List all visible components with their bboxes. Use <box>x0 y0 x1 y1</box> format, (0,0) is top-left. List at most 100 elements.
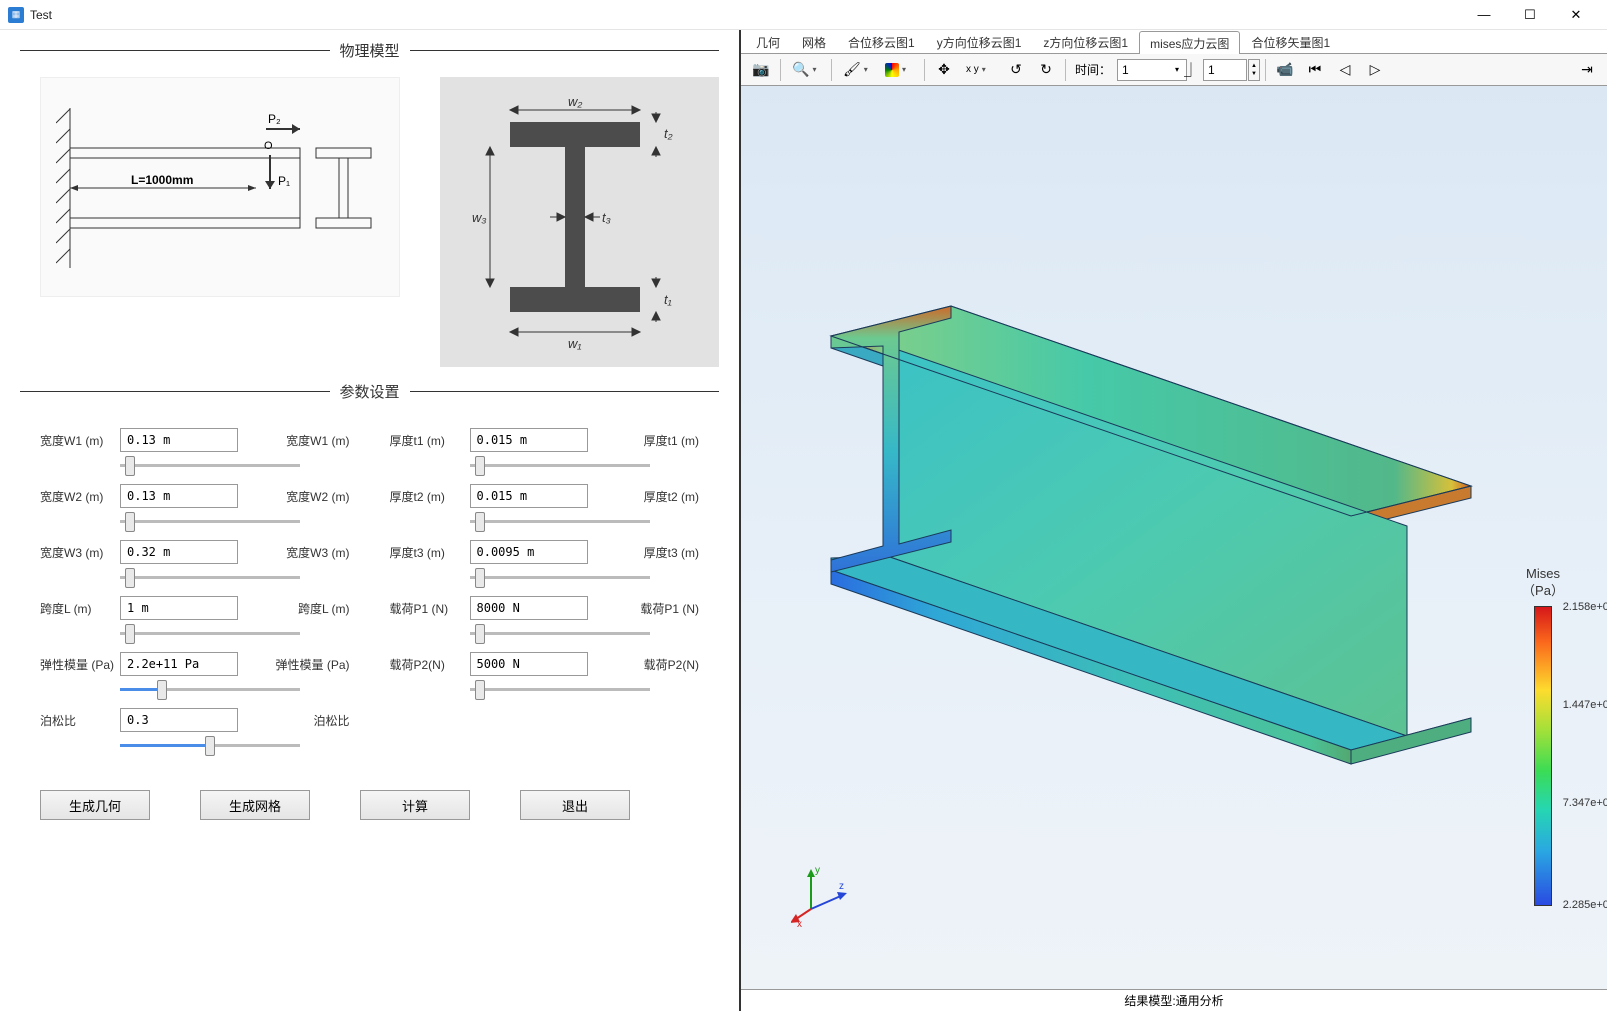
axis-triad-icon: y z x <box>791 859 861 929</box>
left-panel: 物理模型 <box>0 30 740 1011</box>
zoom-dropdown-icon[interactable]: 🔍 <box>786 57 826 83</box>
section-title-params: 参数设置 <box>330 381 410 402</box>
slider-e[interactable] <box>120 688 300 691</box>
status-text: 结果模型:通用分析 <box>1124 992 1223 1009</box>
svg-text:y: y <box>815 865 820 876</box>
input-w1[interactable] <box>120 428 238 452</box>
last-frame-icon[interactable]: ⇥ <box>1573 57 1601 83</box>
svg-text:t₃: t₃ <box>602 210 611 225</box>
slider-l[interactable] <box>120 632 300 635</box>
slider-w2[interactable] <box>120 520 300 523</box>
params-grid: 宽度W1 (m) 宽度W1 (m) 宽度W2 (m) 宽度W2 (m) 宽度W3… <box>20 408 719 750</box>
input-e[interactable] <box>120 652 238 676</box>
frame-input[interactable] <box>1203 59 1247 81</box>
rotate-cw-icon[interactable]: ↻ <box>1032 57 1060 83</box>
window-controls: ― ☐ ✕ <box>1461 0 1599 30</box>
frame-down-icon[interactable]: ▼ <box>1249 70 1259 78</box>
legend-tick: 7.347e+06 <box>1563 797 1607 809</box>
result-viewport[interactable]: y z x Mises（Pa） 2.158e+07 1.447e+07 7.34… <box>741 86 1607 989</box>
diagram-label-o: O <box>264 140 273 152</box>
render-style-dropdown-icon[interactable]: 🖌 <box>837 57 877 83</box>
slider-t1[interactable] <box>470 464 650 467</box>
svg-text:x: x <box>797 919 802 929</box>
tab-mesh[interactable]: 网格 <box>791 30 837 53</box>
titlebar: ▦ Test ― ☐ ✕ <box>0 0 1607 30</box>
colormap-dropdown-icon[interactable] <box>879 57 919 83</box>
section-header-physical: 物理模型 <box>20 40 719 61</box>
input-w2[interactable] <box>120 484 238 508</box>
axis-view-dropdown-icon[interactable]: x y <box>960 57 1000 83</box>
input-nu[interactable] <box>120 708 238 732</box>
tab-disp-y[interactable]: y方向位移云图1 <box>926 30 1033 53</box>
input-p2[interactable] <box>470 652 588 676</box>
first-frame-icon[interactable]: ⏮ <box>1301 57 1329 83</box>
slider-p1[interactable] <box>470 632 650 635</box>
label-w3: 宽度W3 (m) <box>40 544 112 561</box>
slider-nu[interactable] <box>120 744 300 747</box>
slider-t3[interactable] <box>470 576 650 579</box>
time-select[interactable] <box>1117 59 1187 81</box>
exit-button[interactable]: 退出 <box>520 790 630 820</box>
label-w1: 宽度W1 (m) <box>40 432 112 449</box>
tab-disp-total[interactable]: 合位移云图1 <box>837 30 926 53</box>
slider-w3[interactable] <box>120 576 300 579</box>
generate-mesh-button[interactable]: 生成网格 <box>200 790 310 820</box>
label-nu: 泊松比 <box>40 712 112 729</box>
legend-tick: 2.285e+05 <box>1563 899 1607 911</box>
snapshot-icon[interactable]: 📷 <box>747 57 775 83</box>
diagram-label-p1: P₁ <box>278 174 290 188</box>
input-t1[interactable] <box>470 428 588 452</box>
diagram-label-p2: P₂ <box>268 112 281 126</box>
result-tabs: 几何 网格 合位移云图1 y方向位移云图1 z方向位移云图1 mises应力云图… <box>741 30 1607 54</box>
tab-disp-vector[interactable]: 合位移矢量图1 <box>1240 30 1341 53</box>
status-bar: 结果模型:通用分析 <box>741 989 1607 1011</box>
label-l: 跨度L (m) <box>40 600 112 617</box>
label-w2: 宽度W2 (m) <box>40 488 112 505</box>
input-p1[interactable] <box>470 596 588 620</box>
legend-title: Mises（Pa） <box>1493 566 1593 600</box>
record-icon[interactable]: 📹 <box>1271 57 1299 83</box>
label-t3: 厚度t3 (m) <box>390 544 462 561</box>
svg-text:w₂: w₂ <box>568 94 582 109</box>
window-title: Test <box>30 8 52 22</box>
minimize-button[interactable]: ― <box>1461 0 1507 30</box>
slider-w1[interactable] <box>120 464 300 467</box>
color-legend: Mises（Pa） 2.158e+07 1.447e+07 7.347e+06 … <box>1493 566 1593 906</box>
rotate-ccw-icon[interactable]: ↺ <box>1002 57 1030 83</box>
generate-geometry-button[interactable]: 生成几何 <box>40 790 150 820</box>
calculate-button[interactable]: 计算 <box>360 790 470 820</box>
unit-w3: 宽度W3 (m) <box>286 544 359 561</box>
cross-section-diagram: w₂ w₁ w₃ t₂ t₁ <box>440 77 719 367</box>
tab-geometry[interactable]: 几何 <box>745 30 791 53</box>
label-e: 弹性模量 (Pa) <box>40 656 112 673</box>
svg-text:w₁: w₁ <box>568 336 582 351</box>
svg-text:t₁: t₁ <box>664 292 672 307</box>
unit-nu: 泊松比 <box>313 712 359 729</box>
input-t2[interactable] <box>470 484 588 508</box>
label-t2: 厚度t2 (m) <box>390 488 462 505</box>
tab-disp-z[interactable]: z方向位移云图1 <box>1032 30 1139 53</box>
slider-p2[interactable] <box>470 688 650 691</box>
time-label: 时间： <box>1075 61 1111 78</box>
frame-up-icon[interactable]: ▲ <box>1249 62 1259 70</box>
prev-frame-icon[interactable]: ◁ <box>1331 57 1359 83</box>
step-icon[interactable]: ⏌ <box>1181 57 1201 83</box>
label-p1: 载荷P1 (N) <box>390 600 462 617</box>
close-button[interactable]: ✕ <box>1553 0 1599 30</box>
beam-loading-diagram: P₂ O P₁ L=1000mm <box>40 77 400 297</box>
svg-text:z: z <box>839 881 844 892</box>
fit-view-icon[interactable]: ✥ <box>930 57 958 83</box>
maximize-button[interactable]: ☐ <box>1507 0 1553 30</box>
slider-t2[interactable] <box>470 520 650 523</box>
action-buttons: 生成几何 生成网格 计算 退出 <box>20 750 719 820</box>
input-w3[interactable] <box>120 540 238 564</box>
input-l[interactable] <box>120 596 238 620</box>
unit-w1: 宽度W1 (m) <box>286 432 359 449</box>
play-icon[interactable]: ▷ <box>1361 57 1389 83</box>
input-t3[interactable] <box>470 540 588 564</box>
right-panel: 几何 网格 合位移云图1 y方向位移云图1 z方向位移云图1 mises应力云图… <box>740 30 1607 1011</box>
tab-mises[interactable]: mises应力云图 <box>1139 31 1240 54</box>
beam-render <box>771 146 1491 866</box>
unit-p2: 载荷P2(N) <box>644 656 709 673</box>
diagram-area: P₂ O P₁ L=1000mm <box>40 77 719 367</box>
